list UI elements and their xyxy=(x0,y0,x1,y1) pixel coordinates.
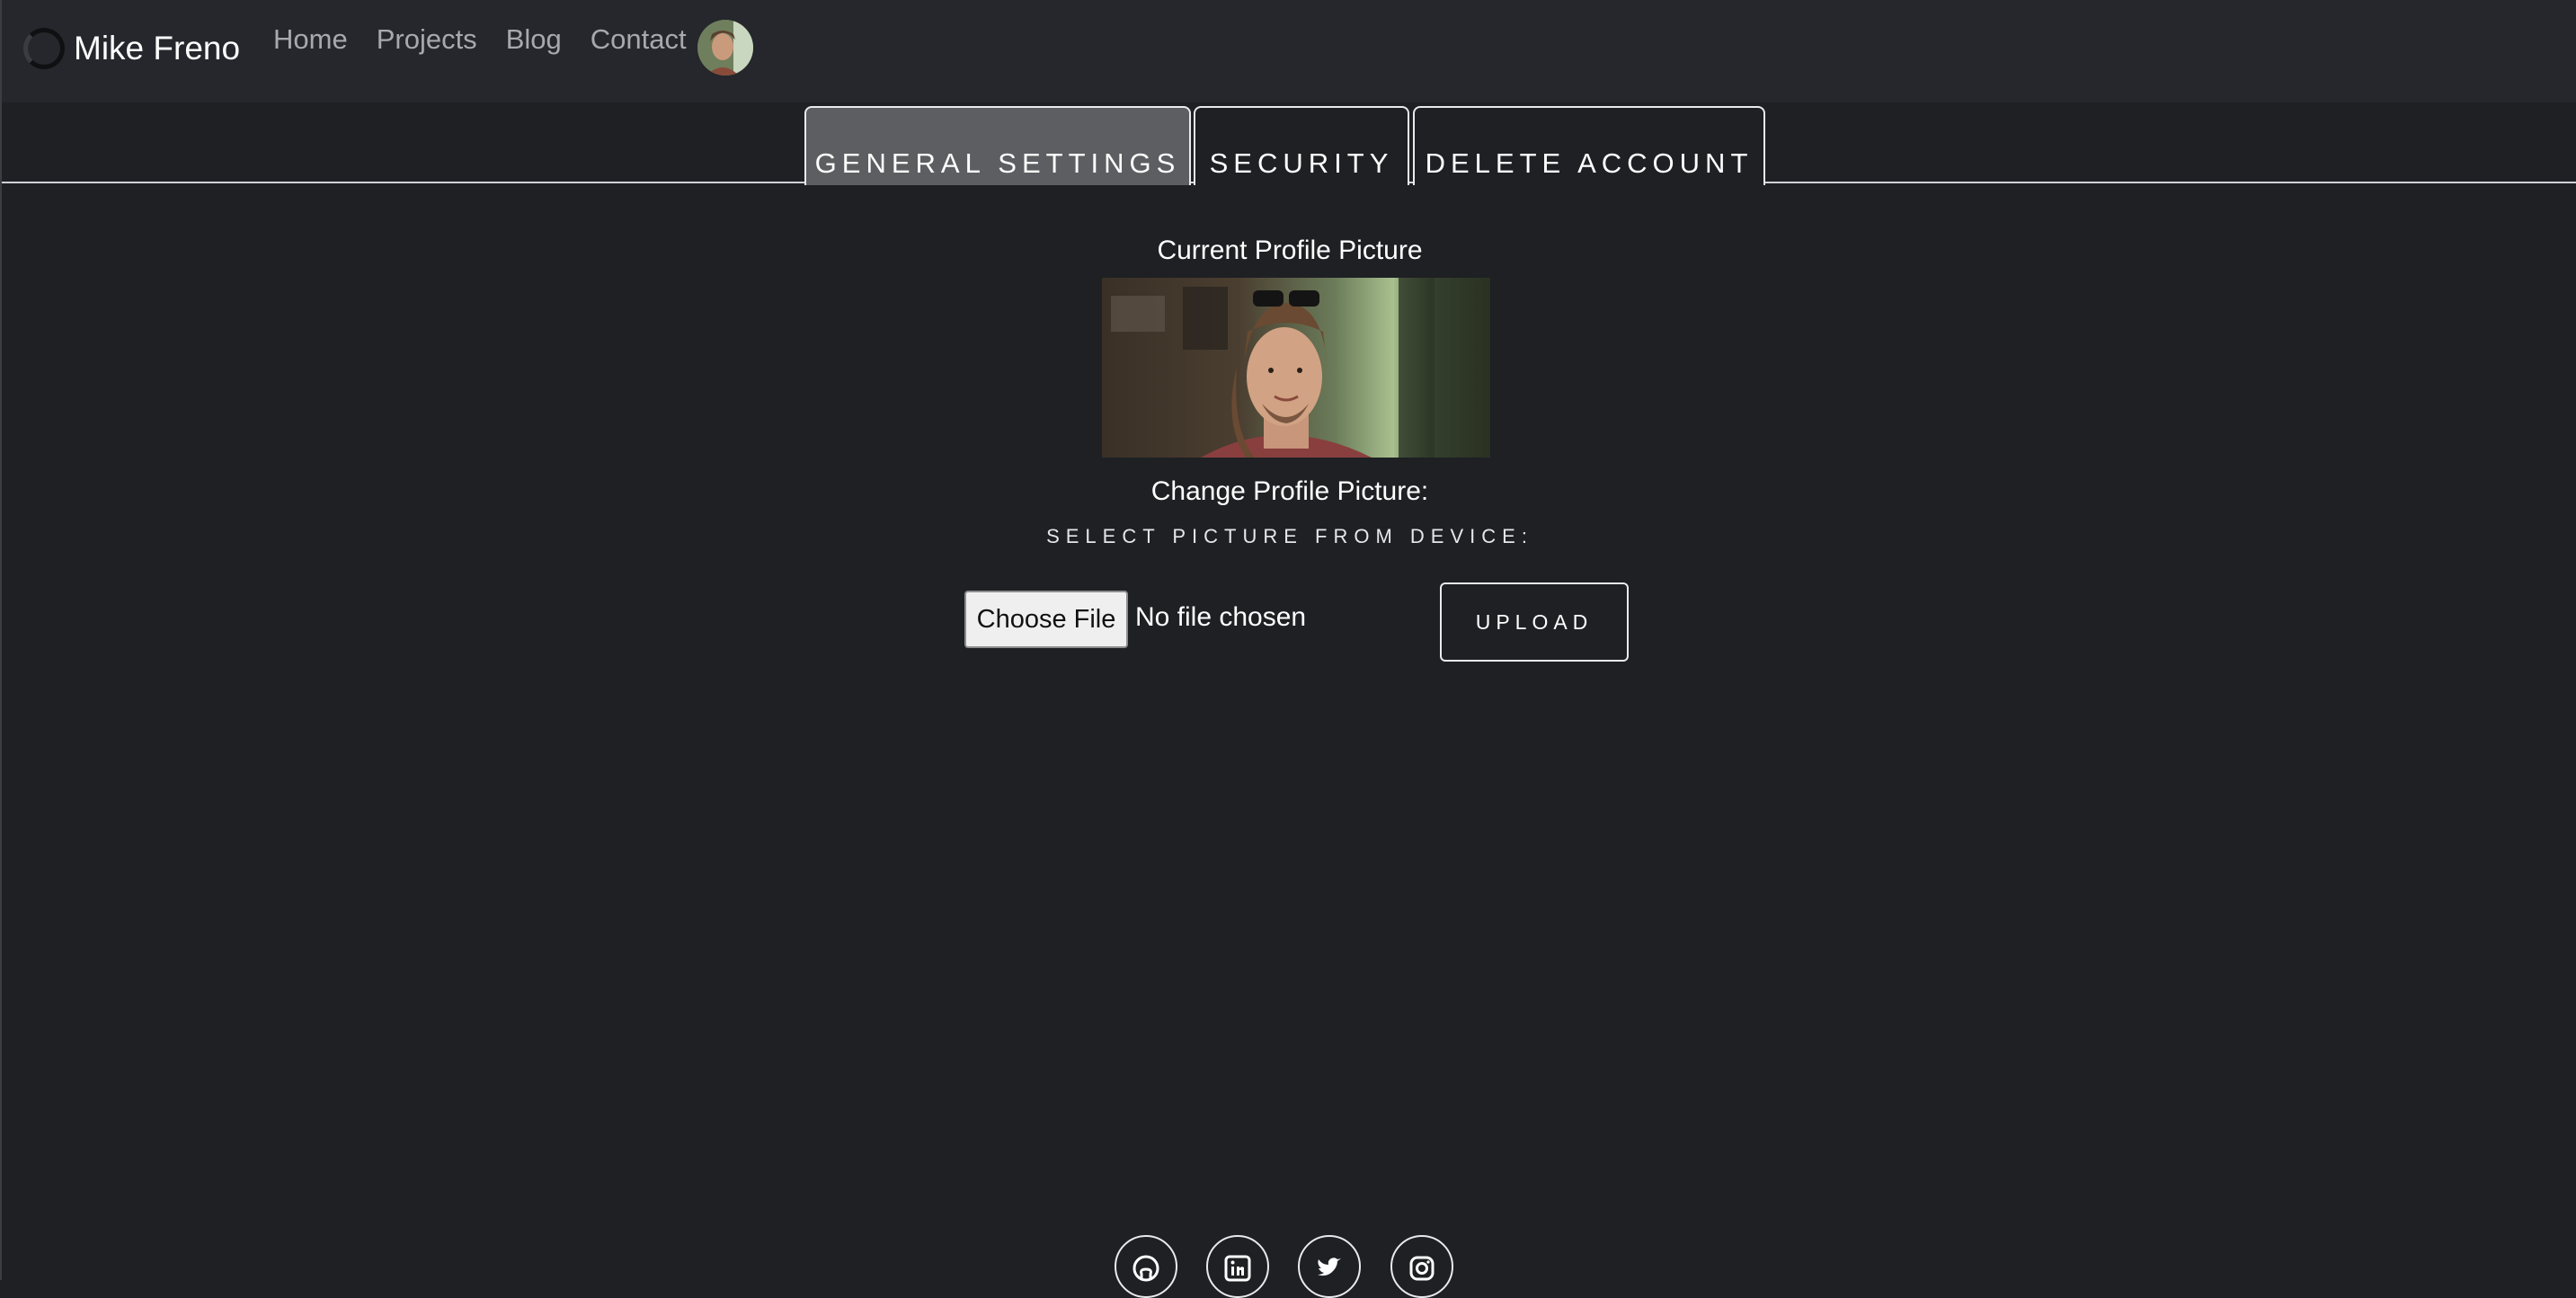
nav-links: Home Projects Blog Contact xyxy=(273,23,715,56)
current-picture-label: Current Profile Picture xyxy=(1157,236,1423,265)
navbar: Mike Freno Home Projects Blog Contact xyxy=(2,0,2576,102)
twitter-icon[interactable] xyxy=(1298,1235,1361,1298)
settings-tabbar: GENERAL SETTINGS SECURITY DELETE ACCOUNT xyxy=(2,102,2576,185)
page: Mike Freno Home Projects Blog Contact GE… xyxy=(0,0,2576,1298)
linkedin-icon[interactable] xyxy=(1206,1235,1269,1298)
choose-file-button[interactable]: Choose File xyxy=(964,591,1128,648)
tab-delete-account[interactable]: DELETE ACCOUNT xyxy=(1413,106,1765,185)
nav-link-contact[interactable]: Contact xyxy=(591,23,687,56)
current-profile-picture xyxy=(1102,278,1490,458)
brand[interactable]: Mike Freno xyxy=(23,22,240,76)
file-status-text: No file chosen xyxy=(1135,602,1307,632)
nav-link-projects[interactable]: Projects xyxy=(377,23,477,56)
brand-name: Mike Freno xyxy=(74,30,241,67)
change-picture-label: Change Profile Picture: xyxy=(1150,476,1429,506)
nav-link-home[interactable]: Home xyxy=(273,23,348,56)
select-picture-label: SELECT PICTURE FROM DEVICE: xyxy=(1046,525,1533,547)
instagram-icon[interactable] xyxy=(1390,1235,1453,1298)
brand-logo-icon xyxy=(23,28,65,69)
upload-button[interactable]: UPLOAD xyxy=(1440,582,1629,662)
user-avatar[interactable] xyxy=(697,20,753,76)
tab-general-settings[interactable]: GENERAL SETTINGS xyxy=(804,106,1191,185)
tab-security[interactable]: SECURITY xyxy=(1194,106,1409,185)
nav-link-blog[interactable]: Blog xyxy=(506,23,562,56)
github-icon[interactable] xyxy=(1115,1235,1177,1298)
